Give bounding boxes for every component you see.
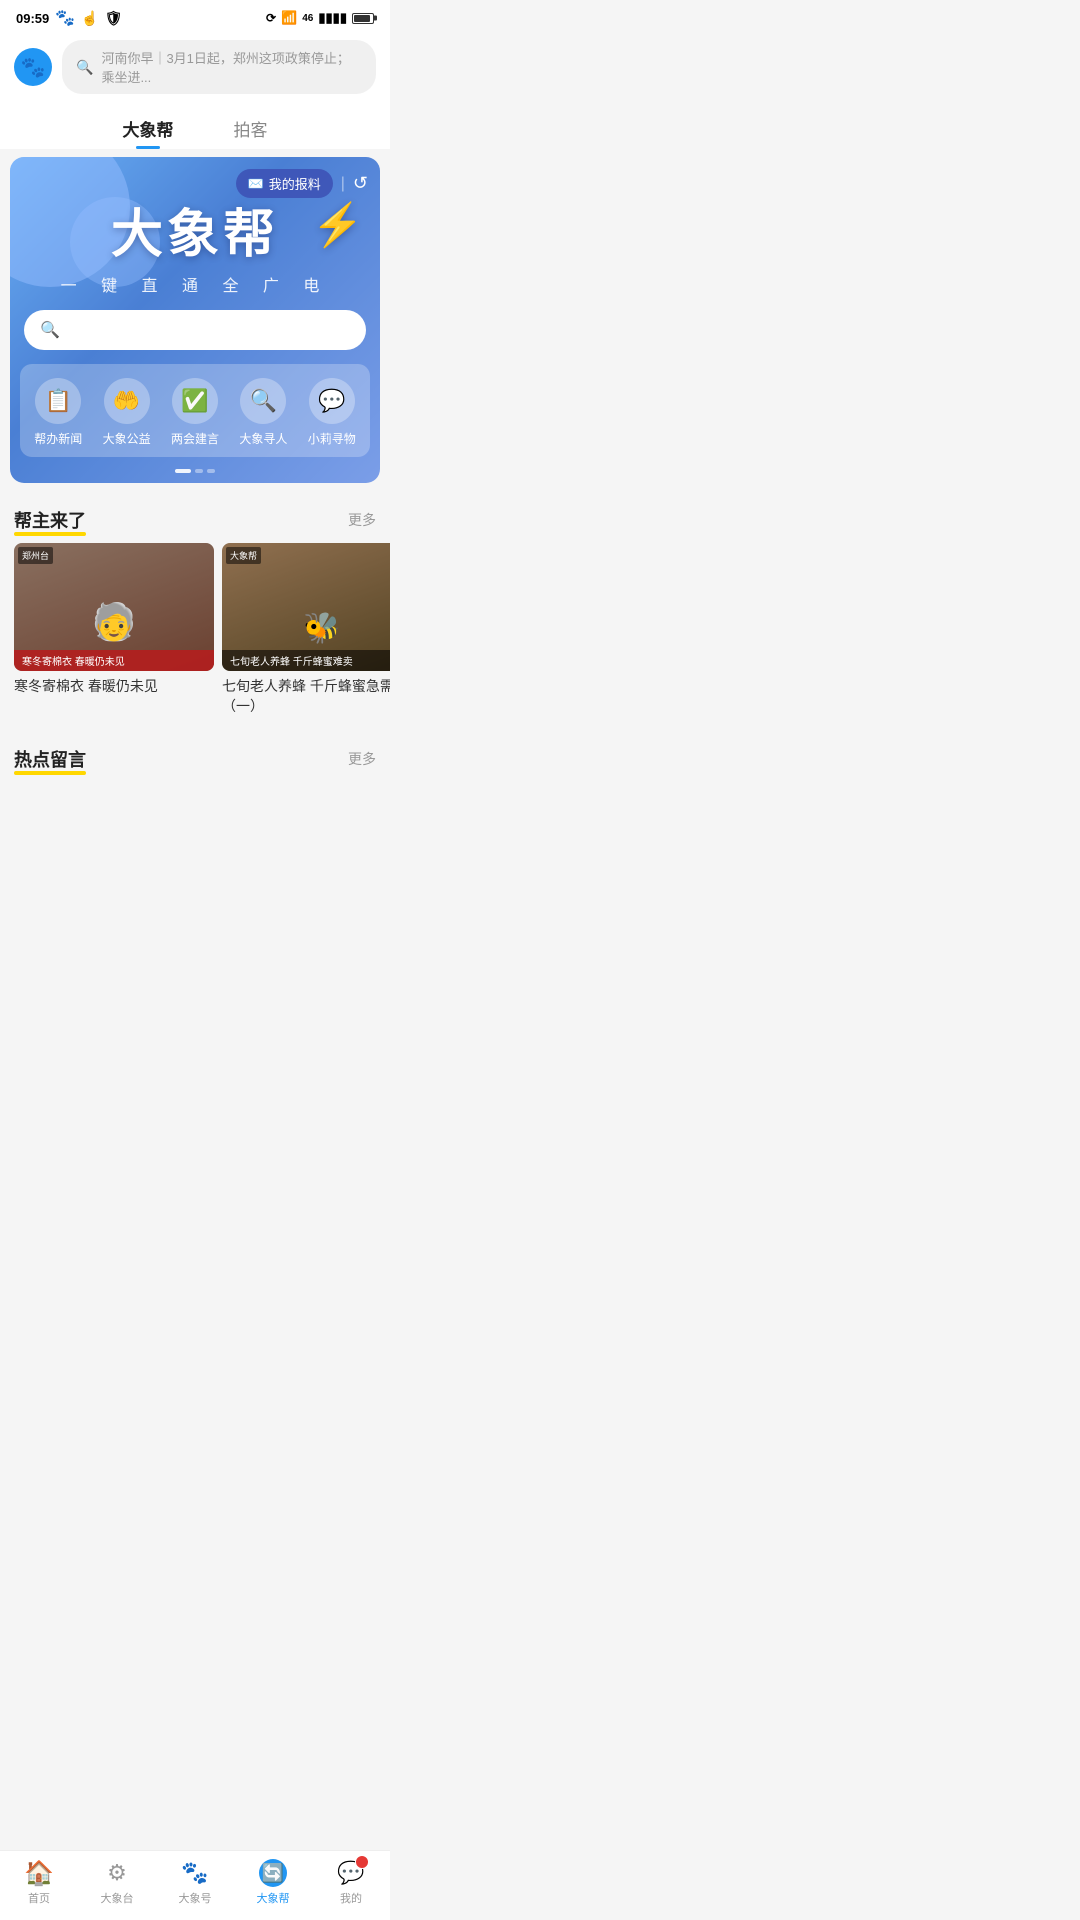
- icon-bangbanxinwen[interactable]: 📋 帮办新闻: [34, 378, 82, 447]
- status-left: 09:59 🐾 ☝️ 🛡: [16, 8, 122, 28]
- lightning-icon: ⚡: [312, 202, 368, 248]
- status-right: ⟳ 📶 46 ▮▮▮▮: [266, 10, 374, 26]
- carousel-dots: [10, 469, 380, 483]
- nav-daxiangtai[interactable]: ⚙ 大象台: [87, 1859, 147, 1906]
- card-1-title: 寒冬寄棉衣 春暖仍未见: [14, 677, 214, 697]
- battery-indicator: [352, 13, 374, 24]
- dot-active: [175, 469, 191, 473]
- shield-icon: 🛡: [105, 10, 123, 27]
- card-2-badge: 七旬老人养蜂 千斤蜂蜜难卖: [230, 657, 353, 668]
- card-1-badge: 寒冬寄棉衣 春暖仍未见: [22, 657, 125, 668]
- card-1-source: 郑州台: [22, 551, 49, 561]
- daxiangbang-icon: 🔄: [259, 1859, 287, 1887]
- top-bar: 🐾 🔍 河南你早｜3月1日起，郑州这项政策停止；乘坐进...: [0, 32, 390, 104]
- card-2-image: 🐝 七旬老人养蜂 千斤蜂蜜难卖 大象帮: [222, 543, 390, 671]
- search-icon: 🔍: [76, 59, 93, 76]
- nav-home-label: 首页: [28, 1890, 50, 1906]
- paw-logo-icon: 🐾: [21, 55, 46, 80]
- tab-pake[interactable]: 拍客: [224, 110, 278, 149]
- hot-comments-section: 热点留言 更多: [0, 730, 390, 862]
- card-1[interactable]: 🧓 寒冬寄棉衣 春暖仍未见 郑州台 寒冬寄棉衣 春暖仍未见: [14, 543, 214, 716]
- tab-daxiangbang[interactable]: 大象帮: [113, 110, 184, 149]
- bangzhu-more[interactable]: 更多: [348, 510, 376, 530]
- nav-daxianghao[interactable]: 🐾 大象号: [165, 1859, 225, 1906]
- status-bar: 09:59 🐾 ☝️ 🛡 ⟳ 📶 46 ▮▮▮▮: [0, 0, 390, 32]
- icon-daxianggongyi[interactable]: 🤲 大象公益: [103, 378, 151, 447]
- report-button[interactable]: ✉️ 我的报料: [236, 169, 333, 198]
- envelope-icon: ✉️: [248, 176, 264, 192]
- card-2-title: 七旬老人养蜂 千斤蜂蜜急需买家（一）: [222, 677, 390, 716]
- hot-comments-more[interactable]: 更多: [348, 749, 376, 769]
- banner-main-title: 大象帮 ⚡: [30, 207, 360, 264]
- nav-daxianghao-label: 大象号: [179, 1890, 212, 1906]
- wifi-icon: 📶: [281, 10, 297, 26]
- card-2[interactable]: 🐝 七旬老人养蜂 千斤蜂蜜难卖 大象帮 七旬老人养蜂 千斤蜂蜜急需买家（一）: [222, 543, 390, 716]
- daxiangtai-icon: ⚙: [103, 1859, 131, 1887]
- nav-daxiangtai-label: 大象台: [101, 1890, 134, 1906]
- icon-lianghuijianyan[interactable]: ✅ 两会建言: [171, 378, 219, 447]
- banner-quick-icons: 📋 帮办新闻 🤲 大象公益 ✅ 两会建言 🔍 大象寻人 💬 小莉寻物: [20, 364, 370, 457]
- nav-daxiangbang-label: 大象帮: [257, 1890, 290, 1906]
- nav-mine-label: 我的: [340, 1890, 362, 1906]
- daxianggongyi-icon: 🤲: [104, 378, 150, 424]
- battery-fill: [354, 15, 370, 22]
- search-bar[interactable]: 🔍 河南你早｜3月1日起，郑州这项政策停止；乘坐进...: [62, 40, 376, 94]
- bottom-nav: 🏠 首页 ⚙ 大象台 🐾 大象号 🔄 大象帮 💬 我的: [0, 1850, 390, 1920]
- banner: ✉️ 我的报料 | ↺ 大象帮 ⚡ 一 键 直 通 全 广 电 🔍 📋 帮办新闻…: [10, 157, 380, 483]
- daxiangxunren-icon: 🔍: [240, 378, 286, 424]
- signal-bars: ▮▮▮▮: [318, 10, 347, 26]
- bangzhu-cards: 🧓 寒冬寄棉衣 春暖仍未见 郑州台 寒冬寄棉衣 春暖仍未见 🐝 七旬老人养蜂 千…: [0, 543, 390, 730]
- mine-icon: 💬: [337, 1859, 365, 1887]
- paw-icon: 🐾: [55, 8, 75, 28]
- nav-mine[interactable]: 💬 我的: [321, 1859, 381, 1906]
- hot-comments-header: 热点留言 更多: [0, 730, 390, 782]
- bangbanxinwen-icon: 📋: [35, 378, 81, 424]
- daxianghao-icon: 🐾: [181, 1859, 209, 1887]
- search-placeholder-text: 河南你早｜3月1日起，郑州这项政策停止；乘坐进...: [101, 48, 362, 86]
- home-icon: 🏠: [25, 1859, 53, 1887]
- bangzhu-section-header: 帮主来了 更多: [0, 491, 390, 543]
- dot-2: [207, 469, 215, 473]
- divider: |: [341, 175, 345, 193]
- app-logo[interactable]: 🐾: [14, 48, 52, 86]
- icon-daxiangxunren[interactable]: 🔍 大象寻人: [239, 378, 287, 447]
- main-tabs: 大象帮 拍客: [0, 104, 390, 149]
- xiaolixunwu-icon: 💬: [309, 378, 355, 424]
- rotation-icon: ⟳: [266, 11, 276, 25]
- nav-home[interactable]: 🏠 首页: [9, 1859, 69, 1906]
- nav-daxiangbang[interactable]: 🔄 大象帮: [243, 1859, 303, 1906]
- card-2-source: 大象帮: [230, 551, 257, 561]
- notification-badge: [355, 1855, 369, 1869]
- icon-xiaolixunwu[interactable]: 💬 小莉寻物: [308, 378, 356, 447]
- banner-subtitle: 一 键 直 通 全 广 电: [30, 272, 360, 296]
- card-1-image: 🧓 寒冬寄棉衣 春暖仍未见 郑州台: [14, 543, 214, 671]
- bangzhu-title: 帮主来了: [14, 507, 86, 533]
- refresh-button[interactable]: ↺: [353, 173, 368, 194]
- icon-row: 📋 帮办新闻 🤲 大象公益 ✅ 两会建言 🔍 大象寻人 💬 小莉寻物: [24, 378, 366, 447]
- hand-icon: ☝️: [81, 10, 98, 27]
- dot-1: [195, 469, 203, 473]
- hot-comments-title: 热点留言: [14, 746, 86, 772]
- lianghuijianyan-icon: ✅: [172, 378, 218, 424]
- signal-badge: 46: [302, 13, 313, 24]
- banner-top-right: ✉️ 我的报料 | ↺: [236, 169, 368, 198]
- status-time: 09:59: [16, 11, 49, 26]
